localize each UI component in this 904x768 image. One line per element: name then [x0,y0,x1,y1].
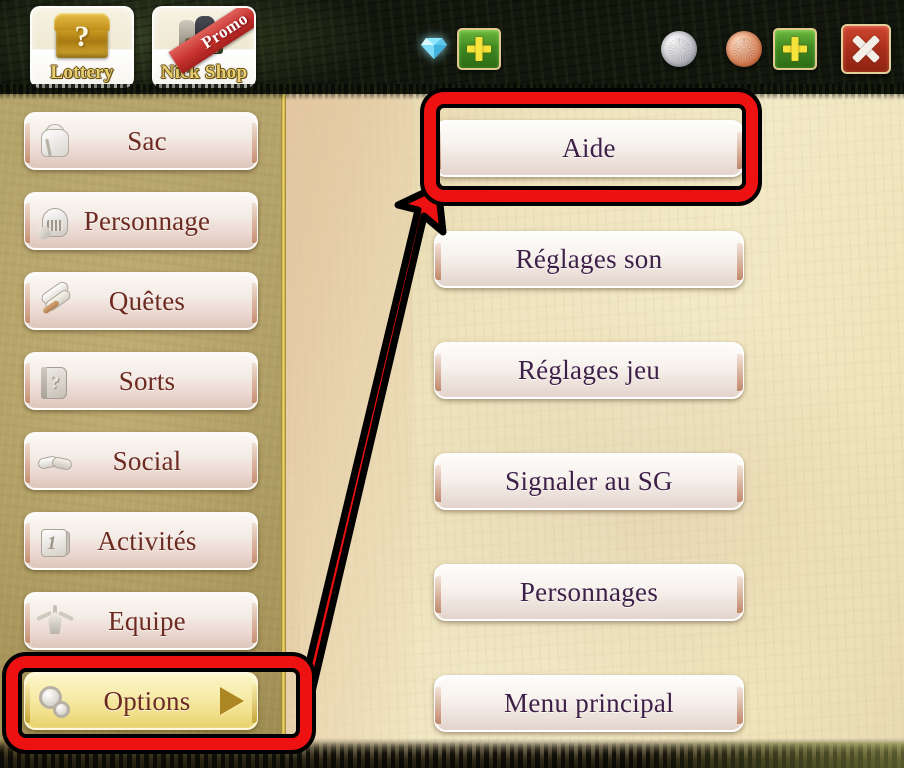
option-button-aide[interactable]: Aide [434,120,744,177]
option-button-label: Signaler au SG [505,466,673,496]
helmet-icon [32,200,78,246]
option-button-label: Aide [562,133,616,163]
sidebar-item-sac[interactable]: Sac [24,112,258,170]
sidebar-item-personnage[interactable]: Personnage [24,192,258,250]
chevron-right-icon [220,687,244,715]
lottery-tile[interactable]: Lottery [30,6,134,88]
option-button-menu-principal[interactable]: Menu principal [434,675,744,732]
sidebar-item-social[interactable]: Social [24,432,258,490]
calendar-icon: 1 [32,520,78,566]
copper-coin-icon [726,31,762,67]
lottery-tile-label: Lottery [50,62,114,83]
background-middle-column [283,88,413,768]
sidebar-item-options[interactable]: Options [24,672,258,730]
option-button-personnages[interactable]: Personnages [434,564,744,621]
scroll-icon [32,279,78,326]
handshake-icon [32,440,78,486]
top-header-bar [0,0,904,94]
header-torn-edge [0,84,904,100]
nick-shop-tile-label: Nick Shop [160,62,248,83]
option-button-label: Réglages jeu [517,355,661,385]
nick-shop-tile[interactable]: Nick Shop Promo [152,6,256,88]
option-button-signaler-au-sg[interactable]: Signaler au SG [434,453,744,510]
gears-icon [32,680,78,726]
close-button[interactable] [841,24,891,74]
sidebar-gold-divider [281,92,286,768]
sidebar-item-activites[interactable]: 1 Activités [24,512,258,570]
sidebar-item-equipe[interactable]: Equipe [24,592,258,650]
option-button-reglages-son[interactable]: Réglages son [434,231,744,288]
treasure-chest-icon [32,10,132,62]
option-button-label: Menu principal [504,688,674,718]
bottom-edge-glow [644,742,904,768]
spellbook-icon: ? [32,360,78,406]
option-button-label: Réglages son [515,244,663,274]
sidebar-item-sorts[interactable]: ? Sorts [24,352,258,410]
backpack-icon [32,120,78,166]
sidebar-item-quetes[interactable]: Quêtes [24,272,258,330]
game-options-screen: Lottery Nick Shop Promo Sac Pe [0,0,904,768]
option-button-reglages-jeu[interactable]: Réglages jeu [434,342,744,399]
add-diamond-button[interactable] [457,28,501,70]
add-coin-button[interactable] [773,28,817,70]
emblem-icon [32,600,78,646]
background-sidebar [0,88,285,768]
diamond-icon [418,36,448,60]
silver-coin-icon [661,31,697,67]
option-button-label: Personnages [519,577,659,607]
